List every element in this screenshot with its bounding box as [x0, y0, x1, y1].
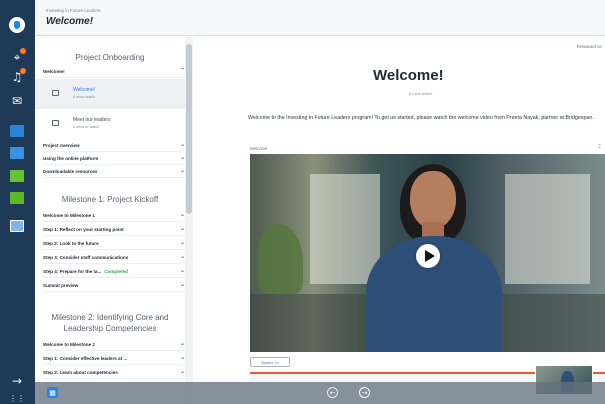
course-outline-sidebar: Project Onboarding Welcome! ⌃ Welcome! 8… [35, 36, 193, 404]
outline-row-label: Downloadable resources [43, 168, 98, 174]
previous-button[interactable]: ← [327, 387, 338, 398]
outline-row[interactable]: Welcome to Milestone 2 ⌄ [43, 338, 185, 351]
video-icon [52, 120, 59, 126]
outline-row[interactable]: Step 2: Learn about competencies ⌄ [43, 366, 185, 379]
lesson-content: Released on Welcome! 8 mins watch Welcom… [193, 36, 605, 404]
background-plant [258, 224, 303, 294]
map-pin-icon[interactable]: ⌖ [8, 48, 26, 64]
outline-row[interactable]: Summit preview ⌄ [43, 279, 185, 292]
section-title: Milestone 2: Identifying Core and Leader… [51, 313, 169, 333]
outline-row-label: Step 2: Learn about competencies [43, 369, 118, 375]
play-button[interactable] [416, 244, 440, 268]
breadcrumb[interactable]: Investing in Future Leaders [46, 8, 101, 13]
outline-row[interactable]: Step 1: Consider effective leaders at ..… [43, 352, 185, 365]
outline-row-label: Using the online platform [43, 155, 99, 161]
app-tile-icon[interactable] [10, 125, 24, 137]
outline-row-welcome[interactable]: Welcome! ⌃ [43, 65, 185, 78]
lesson-meta: 5 mins of watch [73, 125, 100, 129]
lesson-item-welcome[interactable]: Welcome! 8 mins watch [35, 79, 185, 109]
outline-row[interactable]: Step 4: Prepare for the la... Completed ⌄ [43, 265, 185, 278]
page-header: Investing in Future Leaders Welcome! [35, 0, 605, 36]
lesson-item-meet-leaders[interactable]: Meet our leaders 5 mins of watch [35, 109, 185, 139]
outline-row-label: Step 1: Consider effective leaders at ..… [43, 355, 128, 361]
video-label: Welcome [250, 146, 268, 151]
outline-row-label: Project overview [43, 142, 80, 148]
collapse-icon[interactable]: ⋮⋮ [8, 392, 26, 404]
outline-row[interactable]: Step 3: Consider staff communications ⌄ [43, 251, 185, 264]
document-icon[interactable] [10, 220, 24, 232]
lesson-title: Meet our leaders [73, 117, 111, 123]
watch-time: 8 mins watch [409, 91, 433, 96]
arrow-right-icon[interactable]: → [8, 374, 26, 388]
outline-row-label: Summit preview [43, 282, 79, 288]
outline-row[interactable]: Step 2: Look to the future ⌄ [43, 237, 185, 250]
outline-row[interactable]: Project overview ⌄ [43, 139, 185, 152]
outline-row-text: Step 4: Prepare for the la... [43, 268, 102, 274]
presenter-face [410, 171, 456, 229]
lesson-title: Welcome! [373, 67, 444, 84]
app-tile-icon[interactable] [10, 147, 24, 159]
outline-row-label: Step 1: Reflect on your starting point [43, 226, 124, 232]
lesson-meta: 8 mins watch [73, 95, 96, 99]
next-button[interactable]: → [359, 387, 370, 398]
bottom-toolbar: ▦ ← → [35, 382, 605, 404]
outline-row[interactable]: Using the online platform ⌄ [43, 152, 185, 165]
completed-badge: Completed [104, 268, 128, 274]
outline-row-label: Step 2: Look to the future [43, 240, 99, 246]
left-rail: ⌖ ♫ ✉ → ⋮⋮ [0, 0, 35, 404]
outline-row[interactable]: Step 1: Reflect on your starting point ⌄ [43, 223, 185, 236]
video-icon [52, 90, 59, 96]
outline-row-label: Welcome to Milestone 2 [43, 341, 95, 347]
release-date: Released on [576, 44, 602, 49]
bell-icon[interactable]: ♫ [8, 68, 26, 84]
background-window [310, 174, 380, 284]
app-tile-icon[interactable] [10, 192, 24, 204]
outline-row-label: Step 3: Consider staff communications [43, 254, 129, 260]
section-title: Project Onboarding [75, 53, 145, 62]
app-tile-icon[interactable] [10, 170, 24, 182]
outline-row[interactable]: Downloadable resources ⌄ [43, 165, 185, 178]
outline-row-label: Welcome to Milestone 1 [43, 212, 95, 218]
app-logo-icon[interactable] [9, 17, 25, 33]
background-window [505, 174, 590, 284]
lesson-title: Welcome! [73, 87, 96, 93]
playback-speed-button[interactable]: Speed: 1x [250, 357, 290, 367]
mail-icon[interactable]: ✉ [8, 94, 26, 108]
section-title: Milestone 1: Project Kickoff [61, 195, 159, 204]
outline-row-label: Welcome! [43, 68, 65, 74]
outline-row-label: Step 4: Prepare for the la... Completed [43, 269, 128, 274]
scrollbar-thumb[interactable] [186, 44, 192, 214]
video-player[interactable] [250, 154, 605, 352]
sidebar-scrollbar[interactable] [185, 36, 193, 404]
grid-icon[interactable]: ▦ [47, 387, 58, 398]
intro-paragraph: Welcome to the Investing in Future Leade… [248, 115, 594, 121]
outline-row[interactable]: Welcome to Milestone 1 ⌄ [43, 209, 185, 222]
page-title: Welcome! [46, 16, 94, 27]
transcript-icon[interactable]: ⌶ [598, 144, 601, 150]
